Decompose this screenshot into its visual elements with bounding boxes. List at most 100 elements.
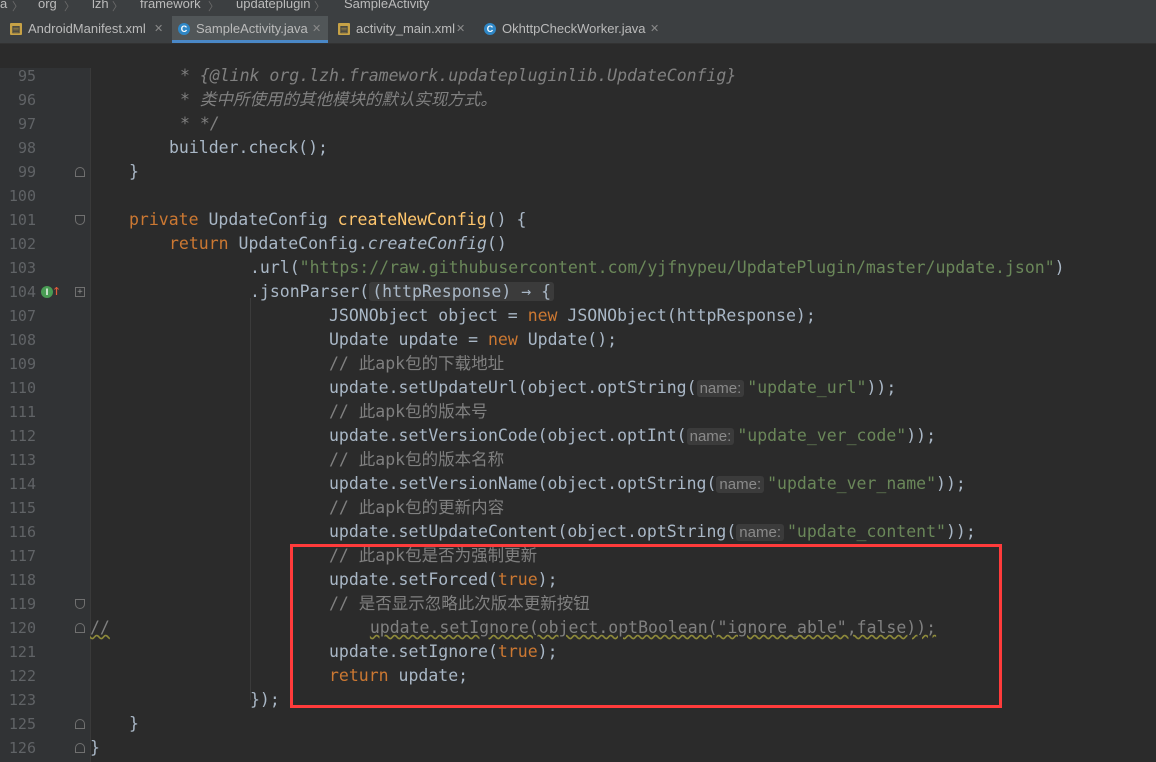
tab-label: SampleActivity.java (196, 21, 308, 36)
fold-marker-icon[interactable] (75, 167, 85, 177)
code-line-119: // 是否显示忽略此次版本更新按钮 (329, 592, 590, 616)
xml-file-icon: ▤ (10, 23, 22, 35)
code-text: builder.check(); (169, 138, 328, 157)
code-line-125: } (129, 712, 139, 736)
breadcrumb-item[interactable]: org (38, 0, 57, 11)
code-line-108: Update update = new Update(); (329, 328, 617, 352)
method-name: createNewConfig (337, 210, 487, 229)
breadcrumb-separator-icon: 〉 (12, 1, 23, 12)
code-line-122: return update; (329, 664, 468, 688)
line-number: 113 (8, 451, 36, 469)
line-number: 122 (8, 667, 36, 685)
breadcrumb-item[interactable]: framework (140, 0, 201, 11)
fold-marker-icon[interactable] (75, 215, 85, 225)
xml-file-icon: ▤ (338, 23, 350, 35)
override-arrow-icon[interactable]: ↑ (52, 281, 61, 299)
breadcrumb-item[interactable]: SampleActivity (344, 0, 429, 11)
keyword: new (487, 330, 518, 349)
tab-label: OkhttpCheckWorker.java (502, 21, 646, 36)
line-number: 98 (17, 139, 36, 157)
code-text: () { (486, 210, 527, 229)
code-text: )); (936, 474, 966, 493)
close-icon[interactable]: ✕ (456, 16, 465, 42)
code-text: update.setForced( (329, 570, 498, 589)
fold-marker-icon[interactable] (75, 743, 85, 753)
code-text: Update update = (329, 330, 488, 349)
line-number: 103 (8, 259, 36, 277)
breadcrumb-separator-icon: 〉 (208, 1, 219, 12)
line-comment: // 是否显示忽略此次版本更新按钮 (329, 594, 590, 613)
code-text: Update(); (517, 330, 618, 349)
tab-androidmanifest[interactable]: ▤ AndroidManifest.xml ✕ (10, 16, 168, 43)
parameter-hint: name: (686, 428, 735, 445)
code-line-114: update.setVersionName(object.optString(n… (329, 472, 966, 496)
line-number: 109 (8, 355, 36, 373)
code-text: () (486, 234, 507, 253)
javadoc-text: * */ (180, 114, 220, 133)
code-text: } (129, 714, 139, 733)
line-comment: // 此apk包的更新内容 (329, 498, 505, 517)
javadoc-text: * 类中所使用的其他模块的默认实现方式。 (180, 90, 497, 109)
line-number: 121 (8, 643, 36, 661)
line-number: 125 (8, 715, 36, 733)
close-icon[interactable]: ✕ (154, 16, 163, 42)
line-comment: // 此apk包的版本号 (329, 402, 488, 421)
code-line-96: * 类中所使用的其他模块的默认实现方式。 (180, 88, 497, 112)
fold-marker-icon[interactable] (75, 719, 85, 729)
close-icon[interactable]: ✕ (650, 16, 659, 42)
code-line-109: // 此apk包的下载地址 (329, 352, 504, 376)
breadcrumb-item[interactable]: a (0, 0, 7, 11)
tab-label: activity_main.xml (356, 21, 455, 36)
folded-lambda[interactable]: (httpResponse) → { (369, 282, 555, 301)
tab-activity-main[interactable]: ▤ activity_main.xml ✕ (338, 16, 470, 43)
breadcrumb-item[interactable]: updateplugin (236, 0, 310, 11)
string-literal: "https://raw.githubusercontent.com/yjfny… (299, 258, 1055, 277)
code-line-104: .jsonParser((httpResponse) → { (250, 280, 555, 304)
line-number: 123 (8, 691, 36, 709)
breadcrumb-separator-icon: 〉 (314, 1, 325, 12)
line-number: 120 (8, 619, 36, 637)
line-number: 114 (8, 475, 36, 493)
tab-sampleactivity[interactable]: C SampleActivity.java ✕ (172, 16, 328, 43)
keyword: private (129, 210, 199, 229)
code-text: update.setVersionName(object.optString( (329, 474, 717, 493)
class-file-icon: C (178, 23, 190, 35)
code-text: )); (945, 522, 976, 541)
fold-marker-icon[interactable] (75, 599, 85, 609)
commented-code: update.setIgnore(object.optBoolean("igno… (369, 618, 937, 637)
code-text: ); (537, 570, 558, 589)
code-text: } (90, 738, 100, 757)
code-text: .jsonParser( (250, 282, 370, 301)
code-line-126: } (90, 736, 100, 760)
code-line-113: // 此apk包的版本名称 (329, 448, 504, 472)
line-number: 118 (8, 571, 36, 589)
fold-marker-icon[interactable] (75, 623, 85, 633)
expand-fold-icon[interactable]: + (75, 287, 85, 297)
code-text: .url( (250, 258, 300, 277)
line-number: 99 (17, 163, 36, 181)
code-text: )); (866, 378, 897, 397)
code-text: ); (537, 642, 558, 661)
code-line-98: builder.check(); (169, 136, 328, 160)
string-literal: "update_ver_code" (737, 426, 907, 445)
code-text: update.setIgnore( (329, 642, 498, 661)
line-number: 102 (8, 235, 36, 253)
line-number: 116 (8, 523, 36, 541)
line-comment: // 此apk包的下载地址 (329, 354, 505, 373)
code-text: )); (906, 426, 937, 445)
code-line-101: private UpdateConfig createNewConfig() { (129, 208, 526, 232)
keyword: new (527, 306, 558, 325)
code-line-116: update.setUpdateContent(object.optString… (329, 520, 976, 544)
breadcrumb-item[interactable]: lzh (92, 0, 109, 11)
close-icon[interactable]: ✕ (312, 16, 321, 42)
code-line-112: update.setVersionCode(object.optInt(name… (329, 424, 936, 448)
code-line-115: // 此apk包的更新内容 (329, 496, 504, 520)
code-text: update.setUpdateUrl(object.optString( (329, 378, 697, 397)
line-number: 101 (8, 211, 36, 229)
string-literal: "update_ver_name" (767, 474, 937, 493)
code-line-103: .url("https://raw.githubusercontent.com/… (250, 256, 1065, 280)
breadcrumb: a 〉 org 〉 lzh 〉 framework 〉 updateplugin… (0, 0, 1156, 12)
tab-okhttpcheckworker[interactable]: C OkhttpCheckWorker.java ✕ (484, 16, 664, 43)
line-number: 112 (8, 427, 36, 445)
code-line-107: JSONObject object = new JSONObject(httpR… (329, 304, 816, 328)
